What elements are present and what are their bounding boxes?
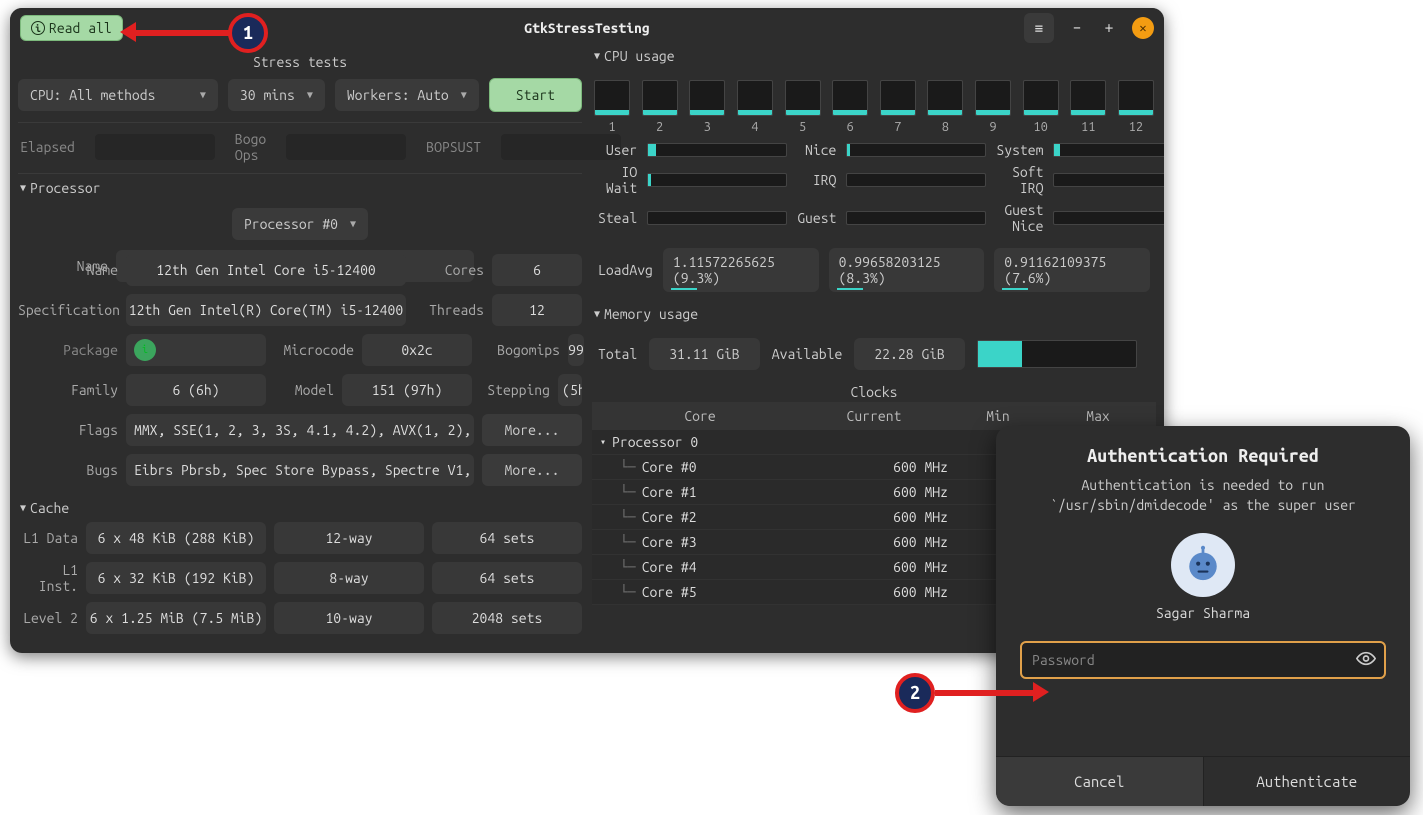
chevron-down-icon: ▼ <box>350 218 356 230</box>
start-button[interactable]: Start <box>489 78 582 112</box>
stress-method-combo[interactable]: CPU: All methods▼ <box>18 79 218 111</box>
cpu-bogomips: 4992 <box>568 334 584 366</box>
cache-expander[interactable]: ▼ Cache <box>18 494 582 522</box>
clocks-title: Clocks <box>592 380 1156 402</box>
read-all-label: Read all <box>49 20 112 36</box>
cpu-core-bar: 9 <box>975 80 1011 134</box>
cache-row: L1 Data 6 x 48 KiB (288 KiB) 12-way 64 s… <box>18 522 582 554</box>
authenticate-button[interactable]: Authenticate <box>1204 757 1411 806</box>
triangle-down-icon: ▼ <box>20 502 26 514</box>
processor-selector-combo[interactable]: Processor #0▼ <box>232 208 368 240</box>
cpu-bugs: Eibrs Pbrsb, Spec Store Bypass, Spectre … <box>126 454 474 486</box>
cpu-core-bar: 10 <box>1023 80 1059 134</box>
info-icon: i <box>31 21 45 35</box>
chevron-down-icon: ▼ <box>461 89 467 101</box>
elapsed-label: Elapsed <box>20 139 75 155</box>
arrow-head-icon <box>120 22 136 42</box>
cpu-package: i <box>126 334 266 366</box>
auth-dialog: Authentication Required Authentication i… <box>996 426 1410 806</box>
chevron-down-icon: ▼ <box>200 89 206 101</box>
cpu-family: 6 (6h) <box>126 374 266 406</box>
cpu-model: 151 (97h) <box>342 374 472 406</box>
cpu-core-bar: 7 <box>880 80 916 134</box>
hamburger-menu-button[interactable]: ≡ <box>1024 13 1054 43</box>
triangle-down-icon: ▼ <box>594 308 600 320</box>
system-bar <box>1053 143 1164 157</box>
memory-usage-bar <box>977 340 1137 368</box>
cpu-core-bar: 12 <box>1118 80 1154 134</box>
loadavg-1: 1.11572265625 (9.3%) <box>663 248 819 292</box>
memory-available: 22.28 GiB <box>854 338 965 370</box>
guestnice-bar <box>1053 211 1164 225</box>
left-column: Stress tests CPU: All methods▼ 30 mins▼ … <box>18 48 582 645</box>
annotation-circle-1: 1 <box>228 13 268 53</box>
steal-bar <box>647 211 787 225</box>
processor-expander[interactable]: ▼ Processor <box>18 174 582 202</box>
cpu-spec: 12th Gen Intel(R) Core(TM) i5-12400 <box>126 294 406 326</box>
loadavg-15: 0.91162109375 (7.6%) <box>994 248 1150 292</box>
chevron-down-icon: ▼ <box>307 89 313 101</box>
triangle-down-icon: ▼ <box>594 50 600 62</box>
robot-avatar-icon <box>1181 543 1225 587</box>
nice-bar <box>846 143 986 157</box>
cpu-core-bar: 8 <box>927 80 963 134</box>
stress-tests-title: Stress tests <box>18 48 582 74</box>
annotation-arrow-2 <box>935 690 1035 696</box>
triangle-down-icon: ▾ <box>600 436 606 448</box>
annotation-circle-2: 2 <box>895 673 935 713</box>
memory-total: 31.11 GiB <box>649 338 760 370</box>
iowait-bar <box>647 173 787 187</box>
cpu-stepping: 5 (5h) <box>558 374 582 406</box>
cpu-core-bar: 3 <box>689 80 725 134</box>
user-bar <box>647 143 787 157</box>
annotation-arrow-1 <box>130 30 230 36</box>
loadavg-5: 0.99658203125 (8.3%) <box>829 248 985 292</box>
cancel-button[interactable]: Cancel <box>996 757 1204 806</box>
window-title: GtkStressTesting <box>524 20 649 36</box>
auth-username: Sagar Sharma <box>996 605 1410 621</box>
show-password-icon[interactable] <box>1356 649 1376 672</box>
bugs-more-button[interactable]: More... <box>482 454 582 486</box>
main-window: i Read all GtkStressTesting ≡ – + ✕ Stre… <box>10 8 1164 653</box>
bogo-ops-value[interactable] <box>286 134 406 160</box>
cpu-core-bar: 6 <box>832 80 868 134</box>
cpu-name: 12th Gen Intel Core i5-12400 <box>126 254 406 286</box>
cache-row: Level 2 6 x 1.25 MiB (7.5 MiB) 10-way 20… <box>18 602 582 634</box>
stress-workers-combo[interactable]: Workers: Auto▼ <box>335 79 479 111</box>
bogo-ops-label: Bogo Ops <box>235 131 266 163</box>
maximize-button[interactable]: + <box>1100 19 1118 37</box>
cpu-core-bar: 5 <box>785 80 821 134</box>
arrow-head-icon <box>1033 682 1049 702</box>
cpu-core-bar: 1 <box>594 80 630 134</box>
bopsust-label: BOPSUST <box>426 139 481 155</box>
cpu-threads: 12 <box>492 294 582 326</box>
cpu-core-bar: 2 <box>642 80 678 134</box>
info-circle-icon: i <box>134 339 156 361</box>
cpu-microcode: 0x2c <box>362 334 472 366</box>
cpu-flags: MMX, SSE(1, 2, 3, 3S, 4.1, 4.2), AVX(1, … <box>126 414 474 446</box>
softirq-bar <box>1053 173 1164 187</box>
loadavg-label: LoadAvg <box>598 262 653 278</box>
cpu-cores: 6 <box>492 254 582 286</box>
cache-row: L1 Inst. 6 x 32 KiB (192 KiB) 8-way 64 s… <box>18 562 582 594</box>
user-avatar <box>1171 533 1235 597</box>
flags-more-button[interactable]: More... <box>482 414 582 446</box>
read-all-button[interactable]: i Read all <box>20 15 123 41</box>
cpu-core-bar: 11 <box>1070 80 1106 134</box>
password-input[interactable] <box>1020 641 1386 679</box>
guest-bar <box>846 211 986 225</box>
auth-title: Authentication Required <box>996 426 1410 476</box>
close-button[interactable]: ✕ <box>1132 17 1154 39</box>
cpu-usage-expander[interactable]: ▼ CPU usage <box>592 48 1156 70</box>
titlebar: i Read all GtkStressTesting ≡ – + ✕ <box>10 8 1164 48</box>
minimize-button[interactable]: – <box>1068 19 1086 37</box>
memory-usage-expander[interactable]: ▼ Memory usage <box>592 300 1156 328</box>
stress-duration-combo[interactable]: 30 mins▼ <box>228 79 325 111</box>
cpu-core-bar: 4 <box>737 80 773 134</box>
elapsed-value[interactable] <box>95 134 215 160</box>
irq-bar <box>846 173 986 187</box>
auth-message: Authentication is needed to run `/usr/sb… <box>996 476 1410 515</box>
triangle-down-icon: ▼ <box>20 182 26 194</box>
